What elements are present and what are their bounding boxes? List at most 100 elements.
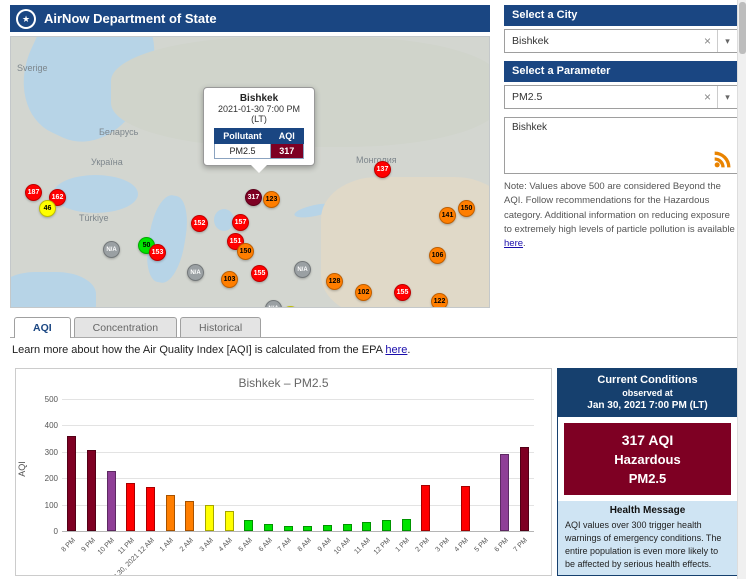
map-marker[interactable]: 152 <box>191 215 208 232</box>
map-region-label: Беларусь <box>99 127 138 137</box>
map-marker[interactable]: 157 <box>232 214 249 231</box>
map-marker[interactable]: 123 <box>263 191 280 208</box>
current-aqi-pollutant: PM2.5 <box>568 471 727 486</box>
map-marker[interactable]: 122 <box>431 293 448 308</box>
city-select-value: Bishkek <box>512 35 549 47</box>
map-water-black-sea <box>53 175 138 213</box>
select-parameter-header: Select a Parameter <box>504 61 738 82</box>
chart-bar <box>185 501 194 531</box>
chart-bar <box>87 450 96 531</box>
dos-seal-logo: ★ <box>16 9 36 29</box>
seal-star-icon: ★ <box>18 11 34 27</box>
gridline <box>62 425 534 426</box>
chart-bar <box>67 436 76 531</box>
map-marker[interactable]: 141 <box>439 207 456 224</box>
aqi-map[interactable]: SverigeБеларусьУкраїнаTürkiyeМонголия 18… <box>10 36 490 308</box>
tab-concentration[interactable]: Concentration <box>74 317 177 337</box>
map-marker[interactable]: N/A <box>103 241 120 258</box>
tab-historical[interactable]: Historical <box>180 317 261 337</box>
y-tick-label: 500 <box>30 395 58 404</box>
map-marker[interactable]: 155 <box>394 284 411 301</box>
chart-panel: Bishkek – PM2.5 AQI 01002003004005008 PM… <box>15 368 552 576</box>
city-select[interactable]: Bishkek × ▾ <box>504 29 738 53</box>
popup-pollutant-value: PM2.5 <box>215 144 271 159</box>
learn-more-link[interactable]: here <box>385 344 407 356</box>
parameter-select-value: PM2.5 <box>512 91 542 103</box>
note-period: . <box>523 238 526 249</box>
app-header: ★ AirNow Department of State <box>10 5 490 32</box>
note-text: Note: Values above 500 are considered Be… <box>504 180 738 251</box>
map-marker[interactable]: 102 <box>355 284 372 301</box>
chart-bar <box>461 486 470 531</box>
chart-bar <box>421 485 430 531</box>
map-marker[interactable]: 54 <box>282 306 299 308</box>
map-marker[interactable]: 317 <box>245 189 262 206</box>
map-marker[interactable]: 150 <box>237 243 254 260</box>
select-city-header: Select a City <box>504 5 738 26</box>
map-marker[interactable]: 103 <box>221 271 238 288</box>
scrollbar[interactable] <box>737 0 746 579</box>
map-marker[interactable]: 155 <box>251 265 268 282</box>
note-link[interactable]: here <box>504 238 523 249</box>
tabs: AQIConcentrationHistorical <box>14 317 264 338</box>
map-marker[interactable]: 153 <box>149 244 166 261</box>
chart-bar <box>520 447 529 531</box>
chart-bar <box>107 471 116 531</box>
chart-bar <box>225 511 234 531</box>
chart-bar <box>264 524 273 531</box>
chevron-down-icon[interactable]: ▾ <box>717 86 737 108</box>
chart-bar <box>126 483 135 531</box>
y-tick-label: 400 <box>30 421 58 430</box>
scrollbar-thumb[interactable] <box>739 2 746 54</box>
popup-col-pollutant: Pollutant <box>215 129 271 144</box>
health-message-text: AQI values over 300 trigger health warni… <box>565 519 730 571</box>
page: ★ AirNow Department of State Sverige Бела… <box>0 0 746 579</box>
y-tick-label: 0 <box>30 527 58 536</box>
map-marker[interactable]: N/A <box>265 300 282 308</box>
parameter-select[interactable]: PM2.5 × ▾ <box>504 85 738 109</box>
current-conditions-header: Current Conditions observed at Jan 30, 2… <box>558 369 737 417</box>
map-marker[interactable]: 150 <box>458 200 475 217</box>
current-conditions-title: Current Conditions <box>562 374 733 386</box>
tab-aqi[interactable]: AQI <box>14 317 71 338</box>
gridline <box>62 452 534 453</box>
clear-icon[interactable]: × <box>704 86 711 108</box>
y-tick-label: 200 <box>30 474 58 483</box>
map-marker[interactable]: 137 <box>374 161 391 178</box>
feed-box: Bishkek <box>504 117 738 174</box>
plot-area: 01002003004005008 PM9 PM10 PM11 PMSat 30… <box>62 399 534 531</box>
chevron-down-icon[interactable]: ▾ <box>717 30 737 52</box>
health-message: Health Message AQI values over 300 trigg… <box>558 501 737 575</box>
map-marker[interactable]: 46 <box>39 200 56 217</box>
map-marker[interactable]: N/A <box>187 264 204 281</box>
current-aqi-value: 317 AQI <box>568 432 727 448</box>
health-message-title: Health Message <box>565 505 730 516</box>
gridline <box>62 399 534 400</box>
y-tick-label: 100 <box>30 501 58 510</box>
chart-bar <box>402 519 411 531</box>
map-marker[interactable]: 187 <box>25 184 42 201</box>
current-conditions-panel: Current Conditions observed at Jan 30, 2… <box>557 368 738 576</box>
map-marker[interactable]: 128 <box>326 273 343 290</box>
learn-more-body: Learn more about how the Air Quality Ind… <box>12 344 385 356</box>
popup-aqi-value: 317 <box>270 144 303 159</box>
popup-lt: (LT) <box>208 114 310 124</box>
map-region-label: Sverige <box>17 63 48 73</box>
map-region-label: Україна <box>91 157 123 167</box>
map-marker[interactable]: N/A <box>294 261 311 278</box>
map-marker[interactable]: 106 <box>429 247 446 264</box>
popup-city: Bishkek <box>208 93 310 104</box>
chart-bar <box>284 526 293 531</box>
chart-bar <box>303 526 312 531</box>
chart-bar <box>146 487 155 531</box>
y-tick-label: 300 <box>30 448 58 457</box>
map-water-mediterranean <box>10 272 96 308</box>
chart-bar <box>343 524 352 531</box>
popup-col-aqi: AQI <box>270 129 303 144</box>
chart-bar <box>382 520 391 531</box>
current-aqi-box: 317 AQI Hazardous PM2.5 <box>564 423 731 495</box>
clear-icon[interactable]: × <box>704 30 711 52</box>
learn-more-period: . <box>407 344 410 356</box>
rss-icon[interactable] <box>713 149 733 169</box>
learn-more-text: Learn more about how the Air Quality Ind… <box>12 344 410 356</box>
